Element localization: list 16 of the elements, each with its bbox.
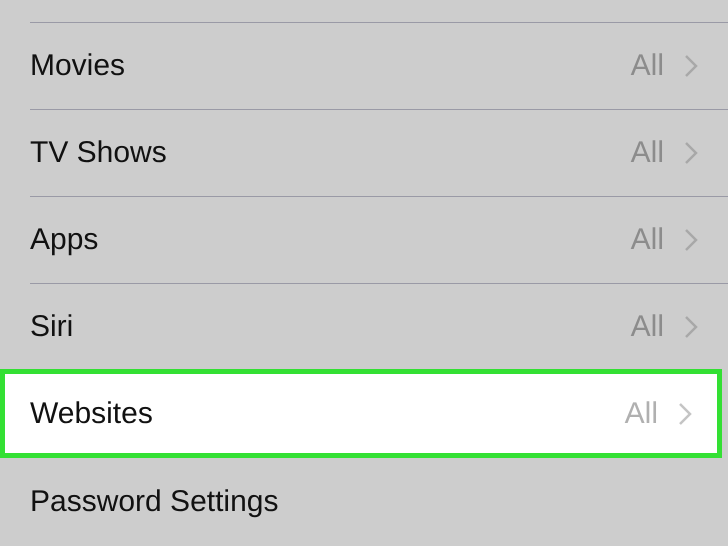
row-label: Movies: [30, 49, 126, 83]
row-value: All: [630, 136, 664, 170]
settings-row[interactable]: Movies All: [30, 22, 728, 109]
row-value: All: [630, 49, 664, 83]
settings-row[interactable]: Password Settings: [30, 458, 728, 545]
row-label: TV Shows: [30, 136, 167, 170]
settings-row[interactable]: Apps All: [30, 196, 728, 283]
settings-row[interactable]: TV Shows All: [30, 109, 728, 196]
row-label: Password Settings: [30, 484, 278, 518]
row-value: All: [630, 223, 664, 257]
row-label: Websites: [30, 396, 153, 430]
row-label: Apps: [30, 223, 98, 257]
row-value: All: [630, 310, 664, 344]
highlighted-row[interactable]: Websites All: [0, 369, 722, 458]
row-value: All: [624, 396, 658, 430]
row-label: Siri: [30, 310, 74, 344]
